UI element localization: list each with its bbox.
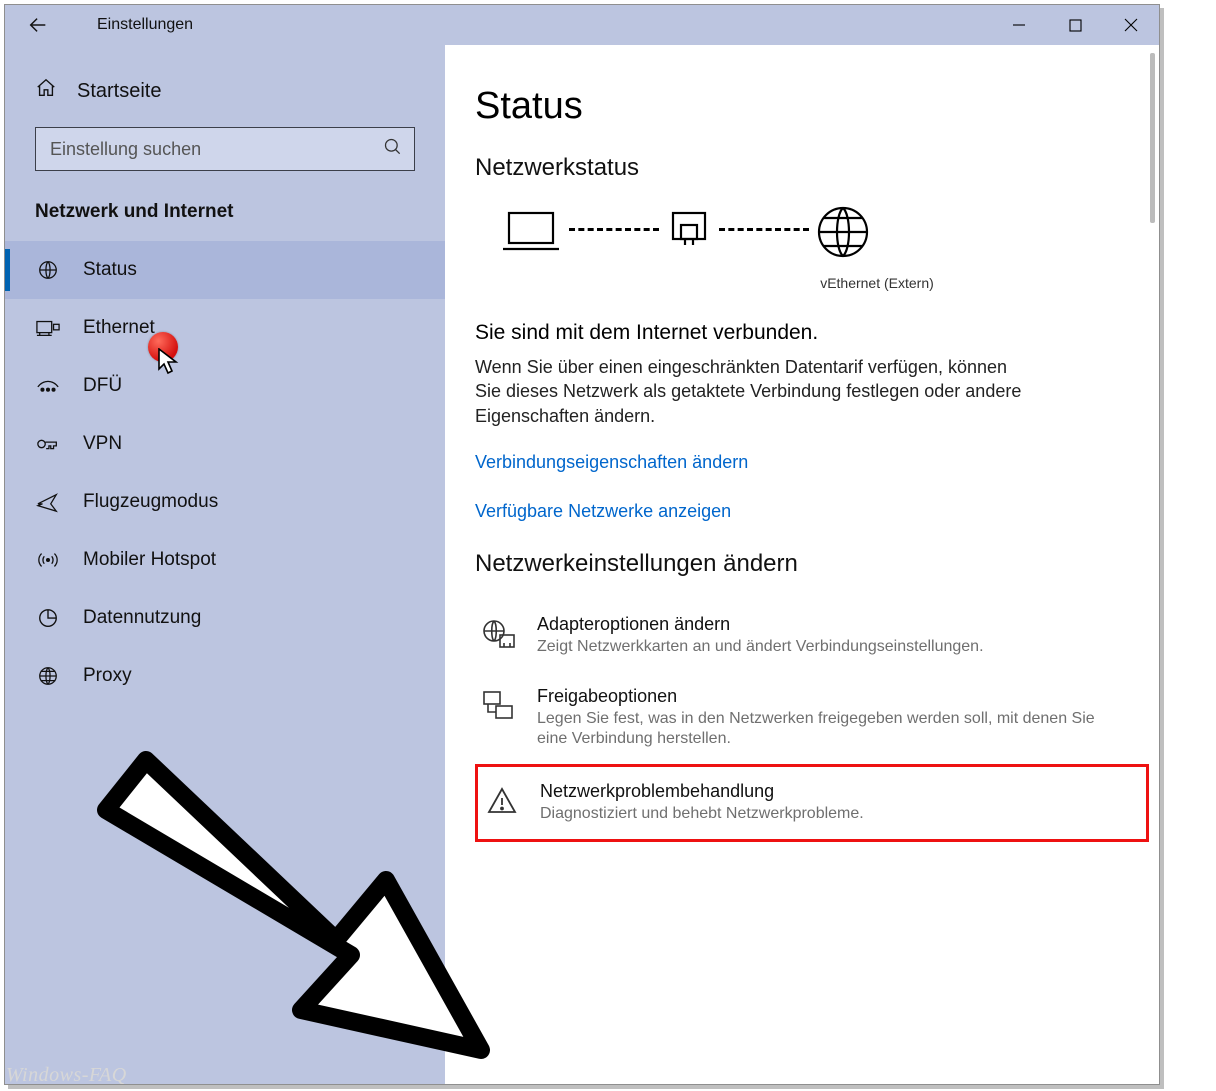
connected-description: Wenn Sie über einen eingeschränkten Date… [475, 355, 1035, 428]
sidebar-home[interactable]: Startseite [5, 65, 445, 117]
hotspot-icon [35, 547, 61, 573]
sidebar-item-label: VPN [83, 433, 122, 455]
option-desc: Legen Sie fest, was in den Netzwerken fr… [537, 709, 1097, 751]
window-title: Einstellungen [97, 16, 193, 34]
link-change-connection-properties[interactable]: Verbindungseigenschaften ändern [475, 452, 1149, 473]
page-title: Status [475, 85, 1149, 128]
search-input[interactable] [35, 127, 415, 171]
sidebar-item-status[interactable]: Status [5, 241, 445, 299]
annotation-cursor-icon [158, 348, 180, 376]
section-title-change-settings: Netzwerkeinstellungen ändern [475, 550, 1149, 578]
internet-globe-icon [815, 204, 871, 265]
content-area: Status Netzwerkstatus vEthernet (Extern)… [445, 45, 1159, 1084]
sidebar-item-label: Flugzeugmodus [83, 491, 218, 513]
option-title: Adapteroptionen ändern [537, 614, 984, 635]
option-desc: Diagnostiziert und behebt Netzwerkproble… [540, 804, 864, 825]
sidebar-item-proxy[interactable]: Proxy [5, 647, 445, 705]
sidebar-home-label: Startseite [77, 80, 161, 103]
option-title: Netzwerkproblembehandlung [540, 781, 864, 802]
connected-title: Sie sind mit dem Internet verbunden. [475, 321, 1149, 345]
sidebar-item-label: Ethernet [83, 317, 155, 339]
connection-line [569, 228, 659, 231]
sidebar-item-dfue[interactable]: DFÜ [5, 357, 445, 415]
section-title-network-status: Netzwerkstatus [475, 154, 1149, 182]
dialup-icon [35, 373, 61, 399]
adapter-options-icon [481, 616, 517, 652]
close-button[interactable] [1103, 5, 1159, 45]
vpn-icon [35, 431, 61, 457]
sidebar-item-label: Mobiler Hotspot [83, 549, 216, 571]
option-network-troubleshooter[interactable]: Netzwerkproblembehandlung Diagnostiziert… [475, 764, 1149, 842]
sidebar-item-label: Status [83, 259, 137, 281]
sidebar-group-title: Netzwerk und Internet [5, 187, 445, 241]
scrollbar-thumb[interactable] [1150, 53, 1155, 223]
search-wrap [35, 127, 415, 171]
network-diagram [499, 204, 1149, 265]
adapter-icon [665, 207, 713, 262]
search-icon [383, 137, 403, 162]
option-desc: Zeigt Netzwerkkarten an und ändert Verbi… [537, 637, 984, 658]
sidebar-item-label: Proxy [83, 665, 132, 687]
window-controls [991, 5, 1159, 45]
globe-icon [35, 663, 61, 689]
sidebar-item-vpn[interactable]: VPN [5, 415, 445, 473]
link-show-available-networks[interactable]: Verfügbare Netzwerke anzeigen [475, 501, 1149, 522]
airplane-icon [35, 489, 61, 515]
data-usage-icon [35, 605, 61, 631]
minimize-button[interactable] [991, 5, 1047, 45]
adapter-name-label: vEthernet (Extern) [605, 275, 1149, 291]
maximize-button[interactable] [1047, 5, 1103, 45]
option-title: Freigabeoptionen [537, 686, 1097, 707]
titlebar: Einstellungen [5, 5, 1159, 45]
sharing-options-icon [481, 688, 517, 724]
option-sharing-options[interactable]: Freigabeoptionen Legen Sie fest, was in … [475, 672, 1149, 765]
sidebar-item-label: DFÜ [83, 375, 122, 397]
home-icon [35, 77, 57, 105]
sidebar-item-data-usage[interactable]: Datennutzung [5, 589, 445, 647]
ethernet-icon [35, 315, 61, 341]
sidebar-item-ethernet[interactable]: Ethernet [5, 299, 445, 357]
option-adapter-options[interactable]: Adapteroptionen ändern Zeigt Netzwerkkar… [475, 600, 1149, 672]
sidebar-item-airplane[interactable]: Flugzeugmodus [5, 473, 445, 531]
laptop-icon [499, 207, 563, 262]
sidebar-item-label: Datennutzung [83, 607, 201, 629]
sidebar-item-hotspot[interactable]: Mobiler Hotspot [5, 531, 445, 589]
connection-line [719, 228, 809, 231]
annotation-big-arrow-icon [86, 750, 506, 1070]
back-button[interactable] [23, 10, 53, 40]
globe-grid-icon [35, 257, 61, 283]
